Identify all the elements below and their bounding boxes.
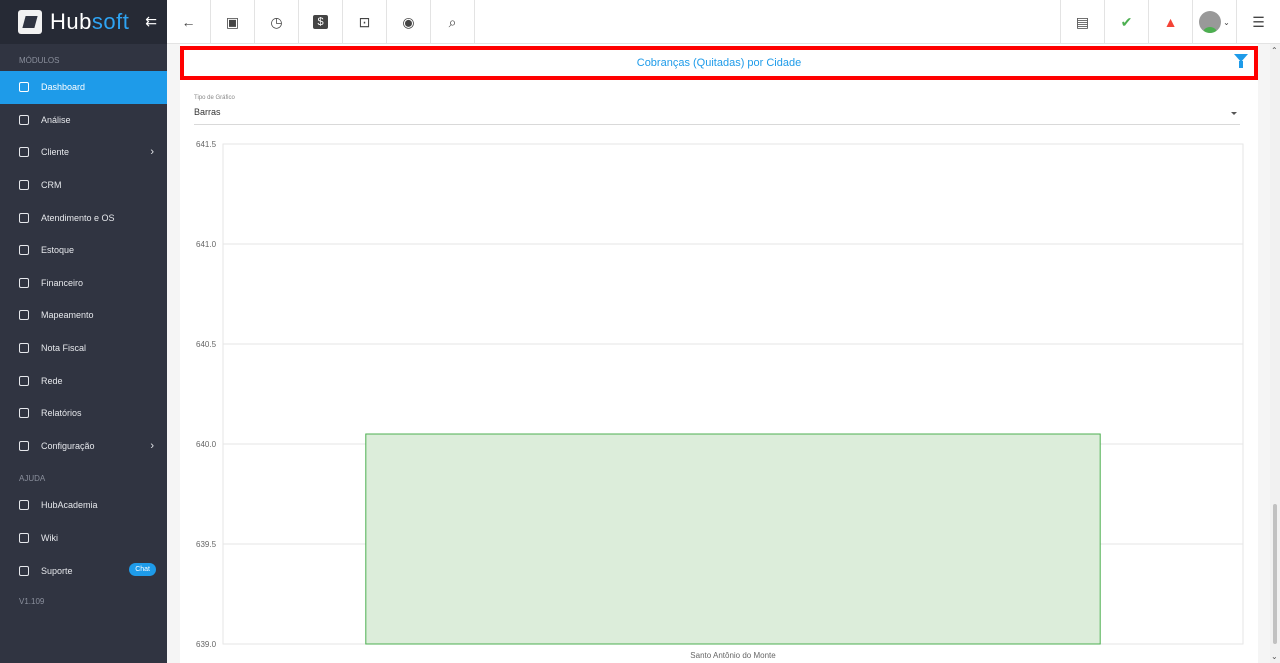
sidebar-item-label: CRM	[41, 180, 62, 191]
search-icon[interactable]: ⌕	[431, 0, 475, 44]
back-arrow-icon[interactable]: ←	[167, 0, 211, 44]
y-tick-label: 641.0	[196, 240, 217, 249]
sidebar-item-rede[interactable]: Rede	[0, 364, 167, 397]
sidebar-item-nota-fiscal[interactable]: Nota Fiscal	[0, 332, 167, 365]
sidebar-item-label: Relatórios	[41, 408, 82, 419]
avatar-menu[interactable]: ⌄	[1192, 0, 1236, 44]
menu-list-icon[interactable]: ☰	[1236, 0, 1280, 44]
eye-icon[interactable]: ◉	[387, 0, 431, 44]
sidebar-item-label: Financeiro	[41, 277, 84, 288]
chart-title: Cobranças (Quitadas) por Cidade	[636, 57, 802, 69]
hubsoft-logo-icon	[18, 10, 42, 34]
y-tick-label: 640.5	[196, 340, 217, 349]
file-icon	[19, 408, 29, 419]
sidebar-item-financeiro[interactable]: Financeiro	[0, 267, 167, 300]
sidebar-item-relat-rios[interactable]: Relatórios	[0, 397, 167, 430]
sidebar-item-wiki[interactable]: Wiki	[0, 522, 167, 555]
sidebar-item-label: Nota Fiscal	[41, 343, 87, 354]
version-label: V1.109	[19, 596, 45, 606]
sidebar-item-label: Suporte	[41, 565, 73, 576]
chart-type-label: Tipo de Gráfico	[194, 95, 235, 101]
brand-name: Hubsoft	[50, 9, 130, 34]
main-panel: Cobranças (Quitadas) por Cidade Tipo de …	[180, 44, 1258, 663]
avatar	[1199, 11, 1222, 33]
scroll-down-icon[interactable]: ⌄	[1271, 652, 1278, 661]
scroll-up-icon[interactable]: ⌃	[1271, 46, 1278, 55]
sidebar-item-estoque[interactable]: Estoque	[0, 234, 167, 267]
sidebar-item-hubacademia[interactable]: HubAcademia	[0, 489, 167, 522]
video-icon	[19, 500, 29, 511]
sidebar-item-label: Wiki	[41, 533, 58, 544]
sidebar-item-dashboard[interactable]: Dashboard	[0, 71, 167, 104]
dollar-icon[interactable]: $	[299, 0, 343, 44]
logo-bar: Hubsoft ⇇	[0, 0, 167, 44]
bar-chart: 641.5 641.0 640.5 640.0 639.5 639.0 Santo Antô…	[196, 140, 1244, 660]
chart-title-bar: Cobranças (Quitadas) por Cidade	[180, 46, 1258, 80]
chevron-right-icon: ›	[150, 439, 154, 452]
sidebar-item-atendimento-e-os[interactable]: Atendimento e OS	[0, 201, 167, 234]
y-tick-label: 641.5	[196, 140, 217, 149]
server-icon	[19, 375, 29, 386]
sidebar-item-suporte[interactable]: Suporte Chat	[0, 554, 167, 587]
chevron-down-icon	[1231, 112, 1237, 115]
terminal-icon[interactable]: ⊡	[343, 0, 387, 44]
bar[interactable]	[365, 433, 1101, 645]
chart-type-value: Barras	[194, 107, 221, 117]
y-tick-label: 639.5	[196, 540, 217, 549]
help-section-label: AJUDA	[19, 474, 46, 484]
sidebar-item-label: HubAcademia	[41, 500, 98, 511]
sidebar-item-label: Atendimento e OS	[41, 212, 115, 223]
x-tick-label: Santo Antônio do Monte	[690, 651, 776, 660]
scrollbar[interactable]: ⌃ ⌄	[1270, 44, 1280, 663]
chart-pie-icon	[19, 114, 29, 125]
y-tick-label: 639.0	[196, 640, 217, 649]
sidebar-item-label: Dashboard	[41, 82, 86, 93]
topbar: ← ▣ ◷ $ ⊡ ◉ ⌕ ▤ ✔ ▲ ⌄ ☰	[167, 0, 1280, 44]
sidebar-item-label: Estoque	[41, 245, 75, 256]
sidebar-item-cliente[interactable]: Cliente ›	[0, 136, 167, 169]
filter-icon[interactable]	[1234, 54, 1248, 70]
sidebar-item-an-lise[interactable]: Análise	[0, 104, 167, 137]
map-pin-icon	[19, 310, 29, 321]
contact-icon[interactable]: ▣	[211, 0, 255, 44]
box-icon	[19, 245, 29, 256]
collapse-sidebar-icon[interactable]: ⇇	[145, 13, 157, 30]
sidebar-item-configura-o[interactable]: Configuração ›	[0, 430, 167, 463]
money-icon	[19, 277, 29, 288]
modules-section-label: MÓDULOS	[19, 56, 60, 65]
chart-type-select[interactable]: Tipo de Gráfico Barras	[194, 95, 1240, 125]
pdf-icon[interactable]: ▤	[1060, 0, 1104, 44]
calendar-clock-icon	[19, 212, 29, 223]
chat-check-icon[interactable]: ✔	[1104, 0, 1148, 44]
chat-icon	[19, 565, 29, 576]
sidebar-item-label: Análise	[41, 114, 71, 125]
receipt-icon	[19, 343, 29, 354]
chevron-right-icon: ›	[150, 146, 154, 159]
contact-card-icon	[19, 147, 29, 158]
dashboard-icon	[19, 82, 29, 93]
sidebar-item-crm[interactable]: CRM	[0, 169, 167, 202]
y-tick-label: 640.0	[196, 440, 217, 449]
sidebar-item-label: Cliente	[41, 147, 70, 158]
alarm-bell-icon[interactable]: ▲	[1148, 0, 1192, 44]
sidebar-item-label: Mapeamento	[41, 310, 94, 321]
sidebar-item-label: Configuração	[41, 440, 95, 451]
calendar-clock-icon[interactable]: ◷	[255, 0, 299, 44]
sidebar-item-label: Rede	[41, 375, 63, 386]
sidebar-item-mapeamento[interactable]: Mapeamento	[0, 299, 167, 332]
sidebar: Hubsoft ⇇ MÓDULOS Dashboard Análise Client…	[0, 0, 167, 663]
chat-badge[interactable]: Chat	[129, 563, 156, 577]
trello-board-icon	[19, 180, 29, 191]
scrollbar-thumb[interactable]	[1273, 504, 1277, 644]
gear-icon	[19, 440, 29, 451]
wikipedia-icon	[19, 533, 29, 544]
